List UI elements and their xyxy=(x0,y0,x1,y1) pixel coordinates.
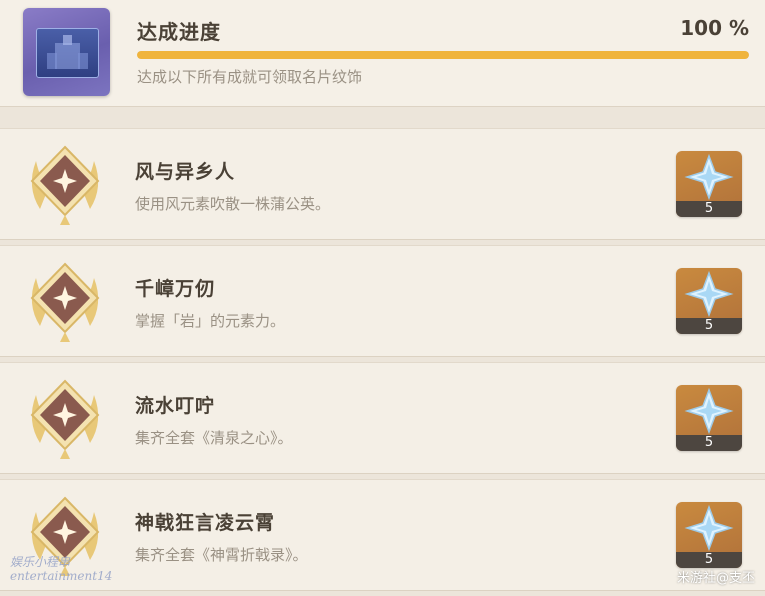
achievement-row[interactable]: 风与异乡人 使用风元素吹散一株蒲公英。 5 xyxy=(0,128,765,240)
watermark-left-line1: 娱乐小程串 xyxy=(10,555,71,569)
watermark-right: 米游社@支丕 xyxy=(676,571,755,586)
watermark-left-line2: entertainment14 xyxy=(10,569,113,583)
reward-count: 5 xyxy=(676,201,742,217)
primogem-icon xyxy=(684,505,734,551)
reward-slot[interactable]: 5 xyxy=(676,151,742,217)
achievement-description: 集齐全套《清泉之心》。 xyxy=(135,429,293,447)
achievement-title: 千嶂万仞 xyxy=(135,278,216,300)
progress-bar-fill xyxy=(137,51,749,59)
achievement-title: 神戟狂言凌云霄 xyxy=(135,512,276,534)
progress-percent: 100 % xyxy=(680,16,749,40)
reward-count: 5 xyxy=(676,435,742,451)
achievement-title: 风与异乡人 xyxy=(135,161,236,183)
achievement-badge-icon xyxy=(22,373,108,463)
achievement-row[interactable]: 流水叮咛 集齐全套《清泉之心》。 5 xyxy=(0,362,765,474)
progress-title: 达成进度 xyxy=(137,20,221,44)
progress-description: 达成以下所有成就可领取名片纹饰 xyxy=(137,68,363,86)
reward-slot[interactable]: 5 xyxy=(676,385,742,451)
progress-panel: 达成进度 100 % 达成以下所有成就可领取名片纹饰 xyxy=(0,0,765,107)
achievement-description: 使用风元素吹散一株蒲公英。 xyxy=(135,195,331,213)
achievement-row[interactable]: 神戟狂言凌云霄 集齐全套《神霄折戟录》。 5 xyxy=(0,479,765,591)
reward-slot[interactable]: 5 xyxy=(676,502,742,568)
primogem-icon xyxy=(684,388,734,434)
reward-count: 5 xyxy=(676,552,742,568)
watermark-left: 娱乐小程串 entertainment14 xyxy=(10,555,112,583)
achievement-badge-icon xyxy=(22,256,108,346)
castle-icon xyxy=(36,28,99,78)
achievement-description: 集齐全套《神霄折戟录》。 xyxy=(135,546,308,564)
primogem-icon xyxy=(684,154,734,200)
primogem-icon xyxy=(684,271,734,317)
achievement-description: 掌握「岩」的元素力。 xyxy=(135,312,286,330)
achievement-row[interactable]: 千嶂万仞 掌握「岩」的元素力。 5 xyxy=(0,245,765,357)
achievement-title: 流水叮咛 xyxy=(135,395,216,417)
reward-count: 5 xyxy=(676,318,742,334)
achievement-badge-icon xyxy=(22,139,108,229)
namecard-thumbnail[interactable] xyxy=(23,8,110,96)
reward-slot[interactable]: 5 xyxy=(676,268,742,334)
progress-bar xyxy=(137,51,749,59)
